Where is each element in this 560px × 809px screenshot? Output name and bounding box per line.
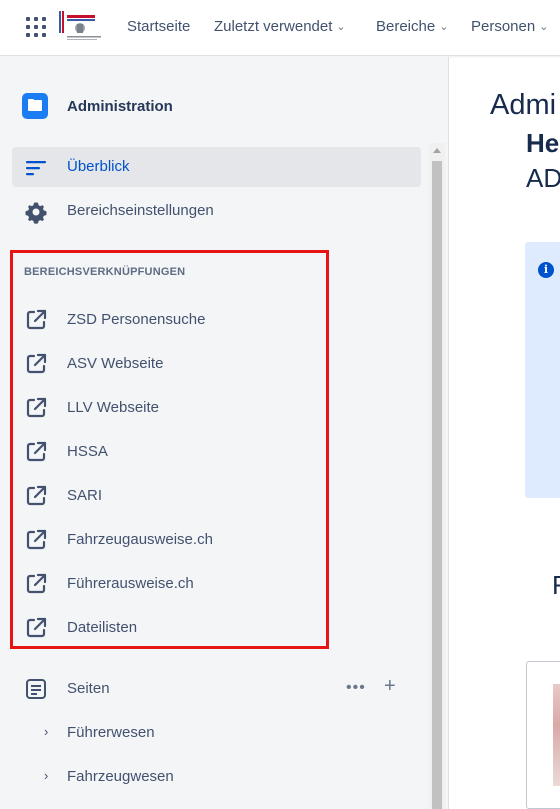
add-page-icon[interactable]: + <box>384 675 396 698</box>
external-link-icon <box>24 440 48 464</box>
sidebar-item-overview[interactable]: Überblick <box>12 147 421 187</box>
shortcut-label: HSSA <box>67 443 108 460</box>
nav-label: Bereiche <box>376 18 436 35</box>
info-icon: i <box>538 262 554 278</box>
chevron-down-icon: ⌄ <box>539 21 549 33</box>
external-link-icon <box>24 616 48 640</box>
info-panel: i <box>525 242 560 498</box>
shortcut-label: ZSD Personensuche <box>67 311 206 328</box>
chevron-down-icon: ⌄ <box>336 21 346 33</box>
chevron-right-icon[interactable]: › <box>44 724 48 739</box>
overview-icon <box>26 161 46 176</box>
chevron-right-icon[interactable]: › <box>44 768 48 783</box>
shortcut-label: LLV Webseite <box>67 399 159 416</box>
shortcut-label: Fahrzeugausweise.ch <box>67 531 213 548</box>
shortcut-link[interactable]: LLV Webseite <box>12 388 322 428</box>
section-heading: F <box>552 570 560 600</box>
shortcut-link[interactable]: HSSA <box>12 432 322 472</box>
external-link-icon <box>24 572 48 596</box>
page-tree-label: Fahrzeugwesen <box>67 768 174 785</box>
nav-personen[interactable]: Personen ⌄ <box>471 18 548 35</box>
page-tree-item[interactable]: › Fahrzeugwesen <box>12 759 421 795</box>
shortcut-link[interactable]: ZSD Personensuche <box>12 300 322 340</box>
nav-zuletzt-verwendet[interactable]: Zuletzt verwendet ⌄ <box>214 18 346 35</box>
shortcut-link[interactable]: Fahrzeugausweise.ch <box>12 520 322 560</box>
sidebar-item-label: Überblick <box>67 158 130 175</box>
space-sidebar: Administration Überblick Bereichseinstel… <box>0 57 448 809</box>
sidebar-item-space-settings[interactable]: Bereichseinstellungen <box>12 191 421 231</box>
page-heading: He <box>526 128 560 158</box>
shortcut-label: Dateilisten <box>67 619 138 636</box>
app-switcher-icon[interactable] <box>26 17 46 37</box>
page-tree-label: Führerwesen <box>67 724 155 741</box>
photo <box>553 684 560 786</box>
nav-startseite[interactable]: Startseite <box>127 18 190 35</box>
shortcut-link[interactable]: Dateilisten <box>12 608 322 648</box>
shortcut-link[interactable]: Führerausweise.ch <box>12 564 322 604</box>
shortcut-label: ASV Webseite <box>67 355 164 372</box>
image-card[interactable] <box>526 661 560 809</box>
external-link-icon <box>24 528 48 552</box>
space-icon <box>22 93 48 119</box>
shortcut-label: Führerausweise.ch <box>67 575 194 592</box>
pages-icon <box>26 679 46 699</box>
sidebar-item-label: Bereichseinstellungen <box>67 202 214 219</box>
nav-label: Startseite <box>127 18 191 35</box>
external-link-icon <box>24 352 48 376</box>
space-header[interactable]: Administration <box>22 93 173 119</box>
shortcuts-section-title: BEREICHSVERKNÜPFUNGEN <box>24 266 186 278</box>
shortcut-link[interactable]: SARI <box>12 476 322 516</box>
nav-bereiche[interactable]: Bereiche ⌄ <box>376 18 448 35</box>
site-logo[interactable] <box>59 11 105 43</box>
shortcut-link[interactable]: ASV Webseite <box>12 344 322 384</box>
nav-label: Personen <box>471 18 536 35</box>
space-title: Administration <box>67 98 173 115</box>
page-tree-item[interactable]: › Führerwesen <box>12 715 421 751</box>
sidebar-pages-header[interactable]: Seiten ••• + <box>12 669 421 709</box>
nav-label: Zuletzt verwendet <box>214 18 333 35</box>
more-actions-icon[interactable]: ••• <box>346 679 366 697</box>
sidebar-scrollbar[interactable] <box>429 143 445 809</box>
sidebar-resize-handle[interactable] <box>448 57 449 809</box>
external-link-icon <box>24 484 48 508</box>
top-navigation: Startseite Zuletzt verwendet ⌄ Bereiche ⌄ … <box>0 0 560 56</box>
chevron-down-icon: ⌄ <box>439 21 449 33</box>
page-title: Admi <box>490 89 557 121</box>
scroll-up-arrow-icon[interactable] <box>429 143 445 159</box>
page-subheading: AD <box>526 163 560 193</box>
gear-icon <box>25 202 47 224</box>
pages-label: Seiten <box>67 680 110 697</box>
external-link-icon <box>24 308 48 332</box>
shortcut-label: SARI <box>67 487 103 504</box>
scrollbar-thumb[interactable] <box>432 161 442 809</box>
external-link-icon <box>24 396 48 420</box>
